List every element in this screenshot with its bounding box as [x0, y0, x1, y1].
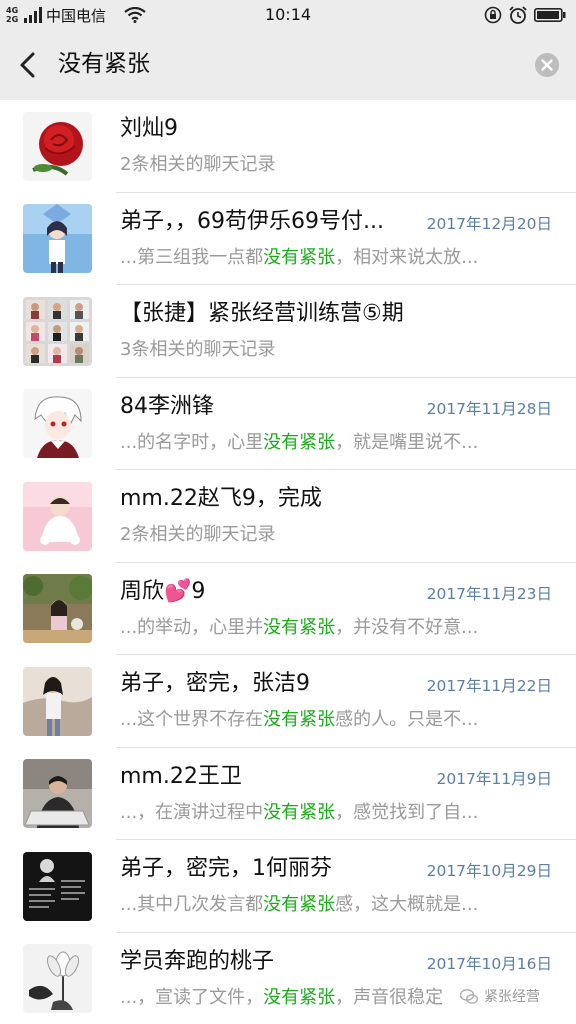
- result-snippet: ...第三组我一点都没有紧张，相对来说太放...: [120, 245, 478, 271]
- result-date: 2017年11月28日: [426, 399, 552, 418]
- result-date: 2017年11月9日: [436, 769, 552, 788]
- search-results-list: 刘灿9 2条相关的聊天记录 弟子，，69苟伊乐69号付... 2017年12月20日.…: [0, 100, 576, 1024]
- result-name: mm.22王卫: [120, 763, 242, 789]
- avatar: [23, 666, 92, 736]
- result-date: 2017年11月22日: [426, 677, 552, 695]
- snippet-text: ...的举动，心里并: [120, 616, 264, 638]
- result-name: mm.22赵飞9，完成: [120, 486, 322, 511]
- result-name: 84李洲锋: [120, 393, 214, 419]
- snippet-text: 感，这大概就是...: [335, 894, 479, 915]
- result-row[interactable]: 学员奔跑的桃子 2017年10月16日 ...，宣读了文件，没有紧张，声音很稳定: [0, 933, 576, 1024]
- result-snippet: ...其中几次发言都没有紧张感，这大概就是...: [120, 892, 478, 918]
- avatar: [23, 851, 92, 921]
- snippet-keyword-highlight: 没有紧张: [263, 431, 336, 453]
- result-name: 【张捷】紧张经营训练营⑤期: [120, 301, 404, 326]
- snippet-keyword-highlight: 没有紧张: [263, 246, 336, 268]
- result-name: 刘灿9: [120, 116, 178, 141]
- result-name: 弟子，，69苟伊乐69号付...: [120, 208, 384, 234]
- result-snippet: ...，在演讲过程中没有紧张，感觉找到了自...: [120, 800, 478, 826]
- snippet-text: ，就是嘴里说不...: [335, 431, 479, 453]
- result-snippet: ...的举动，心里并没有紧张，并没有不好意...: [120, 615, 478, 641]
- search-input[interactable]: 没有紧张: [58, 48, 150, 80]
- snippet-text: ，相对来说太放...: [335, 246, 479, 268]
- result-row[interactable]: 弟子，，69苟伊乐69号付... 2017年12月20日 ...第三组我一点都没有紧…: [0, 193, 576, 285]
- watermark-text: 紧张经营: [484, 989, 540, 1005]
- battery-icon: [534, 8, 566, 22]
- result-snippet: ...，宣读了文件，没有紧张，声音很稳定: [120, 985, 443, 1011]
- avatar: [23, 111, 92, 181]
- status-bar: 4G 2G 中国电信 10:14: [0, 0, 576, 30]
- avatar: [23, 759, 92, 829]
- avatar: [23, 204, 92, 274]
- result-name: 弟子，密完，1何丽芬: [120, 856, 332, 881]
- clear-search-icon[interactable]: [534, 52, 560, 78]
- result-row[interactable]: mm.22王卫 2017年11月9日 ...，在演讲过程中没有紧张，感觉找到了自..…: [0, 748, 576, 840]
- snippet-text: ...，在演讲过程中: [120, 801, 264, 823]
- result-name: 弟子，密完，张洁9: [120, 671, 310, 696]
- result-row[interactable]: 弟子，密完，1何丽芬 2017年10月29日 ...其中几次发言都没有紧张感，这大概…: [0, 840, 576, 933]
- result-name: 学员奔跑的桃子: [120, 948, 275, 974]
- snippet-text: ...，宣读了文件，: [120, 986, 264, 1008]
- back-arrow-icon[interactable]: [16, 50, 40, 80]
- result-snippet: 2条相关的聊天记录: [120, 522, 275, 548]
- result-row[interactable]: 【张捷】紧张经营训练营⑤期 3条相关的聊天记录: [0, 285, 576, 378]
- snippet-text: 2条相关的聊天记录: [120, 524, 276, 545]
- alarm-icon: [509, 6, 527, 24]
- result-snippet: 3条相关的聊天记录: [120, 337, 275, 363]
- snippet-text: ，声音很稳定: [335, 986, 444, 1008]
- avatar: [23, 944, 92, 1014]
- result-date: 2017年12月20日: [426, 214, 552, 233]
- snippet-text: ，并没有不好意...: [335, 616, 479, 638]
- snippet-keyword-highlight: 没有紧张: [263, 801, 336, 823]
- result-snippet: ...的名字时，心里没有紧张，就是嘴里说不...: [120, 430, 478, 456]
- result-snippet: 2条相关的聊天记录: [120, 152, 275, 178]
- snippet-text: 3条相关的聊天记录: [120, 339, 276, 360]
- snippet-text: ...第三组我一点都: [120, 246, 264, 268]
- avatar: [23, 574, 92, 644]
- watermark: 紧张经营: [460, 986, 570, 1008]
- result-date: 2017年10月29日: [426, 862, 552, 880]
- snippet-keyword-highlight: 没有紧张: [263, 709, 336, 730]
- snippet-text: 感的人。只是不...: [335, 709, 479, 730]
- avatar: [23, 296, 92, 366]
- result-snippet: ...这个世界不存在没有紧张感的人。只是不...: [120, 707, 478, 733]
- avatar: [23, 481, 92, 551]
- snippet-text: ，感觉找到了自...: [335, 801, 479, 823]
- snippet-text: ...其中几次发言都: [120, 894, 264, 915]
- snippet-text: ...的名字时，心里: [120, 431, 264, 453]
- result-row[interactable]: 周欣💕9 2017年11月23日 ...的举动，心里并没有紧张，并没有不好意...: [0, 563, 576, 655]
- result-row[interactable]: 弟子，密完，张洁9 2017年11月22日 ...这个世界不存在没有紧张感的人。只是…: [0, 655, 576, 748]
- snippet-keyword-highlight: 没有紧张: [263, 894, 336, 915]
- result-name: 周欣💕9: [120, 578, 206, 604]
- result-date: 2017年11月23日: [426, 584, 552, 603]
- rotation-lock-icon: [484, 6, 502, 24]
- snippet-keyword-highlight: 没有紧张: [263, 986, 336, 1008]
- search-header: 没有紧张: [0, 30, 576, 100]
- snippet-text: 2条相关的聊天记录: [120, 154, 276, 175]
- result-row[interactable]: mm.22赵飞9，完成 2条相关的聊天记录: [0, 470, 576, 563]
- result-row[interactable]: 刘灿9 2条相关的聊天记录: [0, 100, 576, 193]
- snippet-text: ...这个世界不存在: [120, 709, 264, 730]
- result-date: 2017年10月16日: [426, 954, 552, 973]
- avatar: [23, 389, 92, 459]
- wechat-official-icon: [460, 989, 478, 1004]
- snippet-keyword-highlight: 没有紧张: [263, 616, 336, 638]
- result-row[interactable]: 84李洲锋 2017年11月28日 ...的名字时，心里没有紧张，就是嘴里说不...: [0, 378, 576, 470]
- app-screen: 4G 2G 中国电信 10:14 没有紧张 刘灿9 2条相关的聊天记录 弟子，，…: [0, 0, 576, 1024]
